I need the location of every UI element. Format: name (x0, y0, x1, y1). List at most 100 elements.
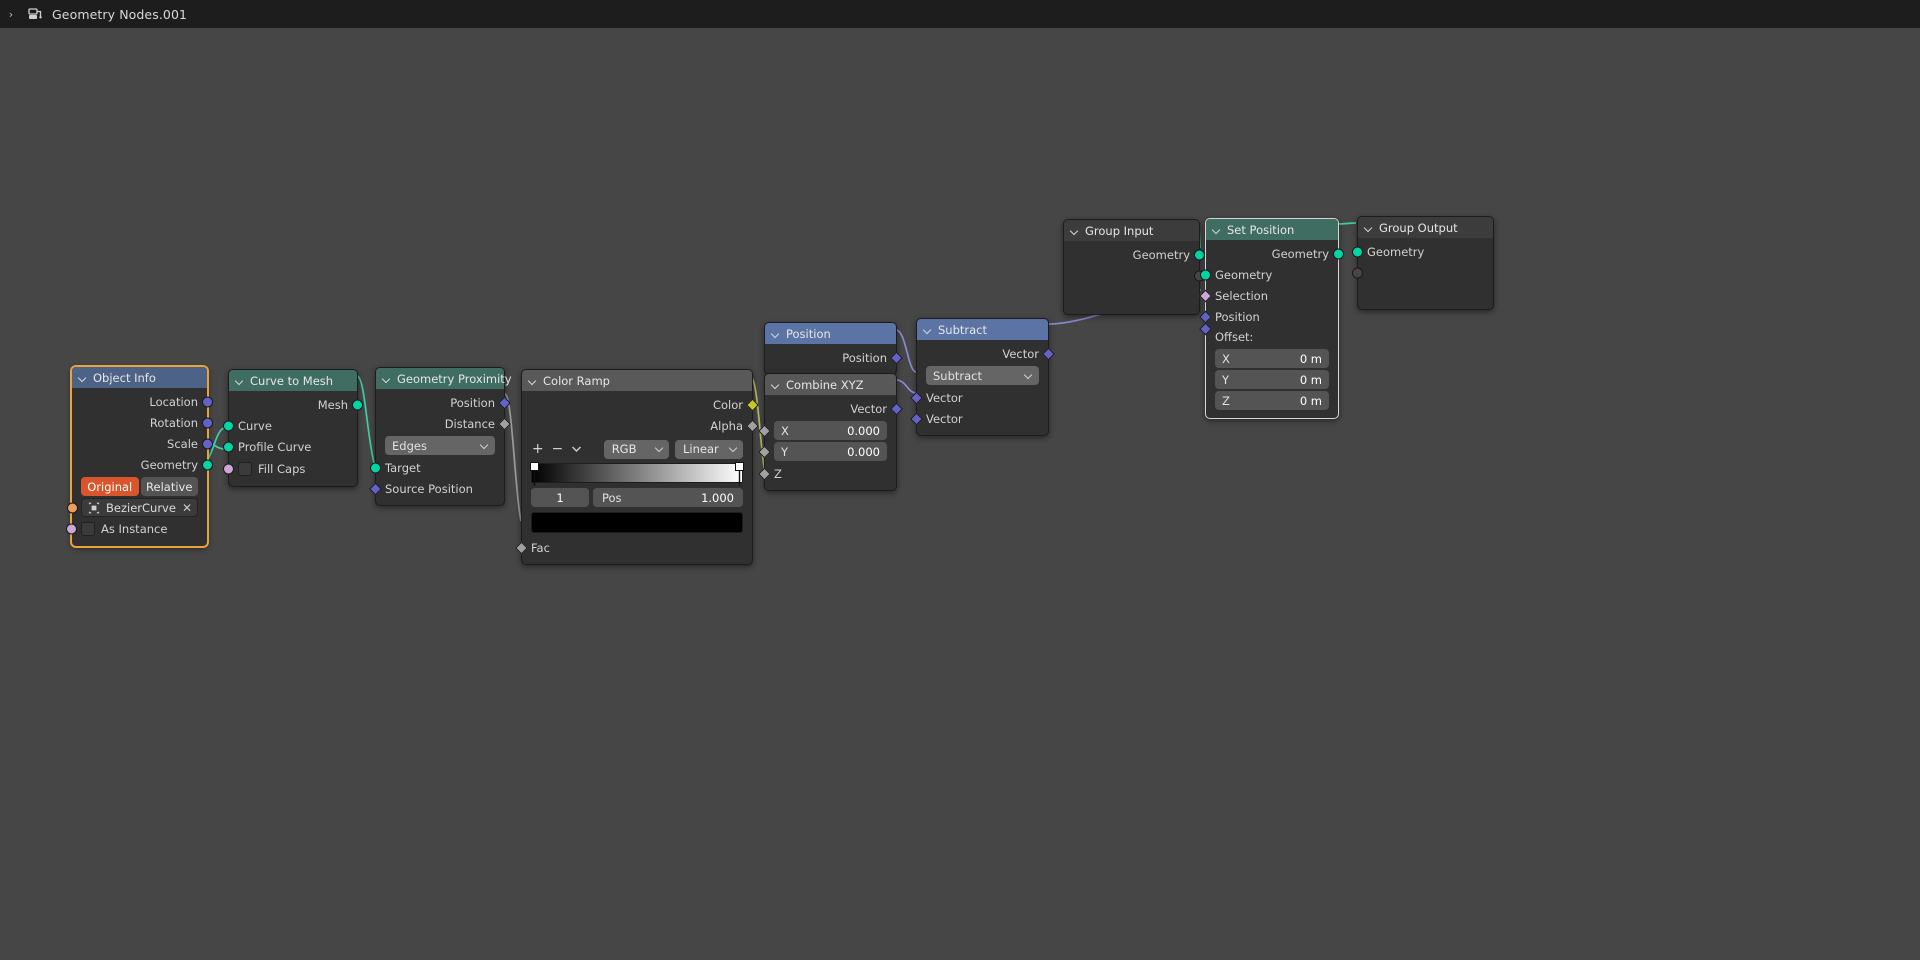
input-row-z[interactable]: Z (758, 463, 896, 484)
input-row-geometry[interactable]: Geometry (1352, 241, 1493, 262)
minus-icon[interactable]: − (551, 439, 565, 459)
as-instance-row[interactable]: As Instance (66, 519, 198, 538)
output-row-geometry[interactable]: Geometry (72, 454, 213, 475)
field-x[interactable]: X 0.000 (758, 421, 887, 440)
toggle-relative[interactable]: Relative (140, 477, 198, 496)
socket-geometry-in[interactable] (1352, 246, 1363, 257)
node-set-position[interactable]: Set Position Geometry Geometry Selection (1199, 218, 1344, 419)
node-header-geometry-proximity[interactable]: Geometry Proximity (376, 368, 512, 389)
socket-alpha-out[interactable] (746, 419, 759, 432)
chevron-down-icon[interactable] (1071, 226, 1080, 235)
node-header-group-output[interactable]: Group Output (1358, 217, 1493, 238)
input-row-target[interactable]: Target (370, 457, 504, 478)
chevron-down-icon[interactable] (383, 374, 392, 383)
socket-selection-in[interactable] (1199, 289, 1212, 302)
socket-color-out[interactable] (746, 398, 759, 411)
output-row-mesh[interactable]: Mesh (229, 394, 363, 415)
socket-geometry-out[interactable] (1194, 249, 1205, 260)
fill-caps-row[interactable]: Fill Caps (223, 459, 348, 478)
socket-curve-in[interactable] (223, 420, 234, 431)
socket-vector-out[interactable] (890, 402, 903, 415)
fill-caps-checkbox[interactable] (238, 461, 252, 476)
node-group-input[interactable]: Group Input Geometry (1063, 219, 1205, 315)
color-mode-dropdown[interactable]: RGB (603, 439, 669, 459)
input-row-source-position[interactable]: Source Position (369, 478, 504, 499)
chevron-down-icon[interactable] (79, 373, 88, 382)
toggle-original[interactable]: Original (81, 477, 139, 496)
chevron-down-icon[interactable] (529, 376, 538, 385)
object-selector-field[interactable]: BezierCurve ✕ (67, 498, 198, 517)
offset-field-x[interactable]: X 0 m (1215, 349, 1329, 368)
node-color-ramp[interactable]: Color Ramp Color Alpha + − RGB Linear 1 … (515, 369, 759, 565)
socket-location-vector[interactable] (202, 396, 213, 407)
output-row-distance[interactable]: Distance (376, 413, 511, 434)
ramp-stop-index-field[interactable]: 1 (531, 488, 589, 507)
socket-mesh-out[interactable] (352, 399, 363, 410)
socket-source-position-in[interactable] (369, 482, 382, 495)
node-canvas[interactable]: Object Info Location Rotation Scale Geom… (0, 28, 1920, 960)
input-row-fac[interactable]: Fac (515, 537, 752, 558)
socket-position-out[interactable] (498, 396, 511, 409)
close-x-icon[interactable]: ✕ (182, 502, 192, 514)
output-row-rotation[interactable]: Rotation (72, 412, 213, 433)
ramp-stop-handle-1[interactable] (735, 462, 744, 486)
color-ramp-stop-row[interactable]: 1 Pos 1.000 (531, 488, 743, 507)
target-element-dropdown[interactable]: Edges (385, 436, 495, 455)
chevron-right-icon[interactable]: › (4, 9, 18, 20)
plus-icon[interactable]: + (531, 439, 545, 459)
socket-fac-in[interactable] (515, 541, 528, 554)
field-y[interactable]: Y 0.000 (758, 442, 887, 461)
chevron-down-icon[interactable] (772, 380, 781, 389)
socket-geometry-out[interactable] (1333, 248, 1344, 259)
input-row-vector-b[interactable]: Vector (910, 408, 1048, 429)
color-ramp-toolbar[interactable]: + − RGB Linear (531, 439, 744, 459)
geometry-nodes-editor-icon[interactable] (26, 5, 44, 23)
socket-y-in[interactable] (758, 445, 771, 458)
output-row-color[interactable]: Color (522, 394, 759, 415)
input-row-position[interactable]: Position (1199, 306, 1338, 327)
socket-virtual-in[interactable] (1352, 267, 1363, 278)
output-row-scale[interactable]: Scale (72, 433, 213, 454)
ramp-stop-pos-field[interactable]: Pos 1.000 (593, 488, 743, 507)
node-header-subtract[interactable]: Subtract (917, 319, 1048, 340)
input-row-virtual[interactable] (1352, 262, 1493, 283)
socket-object-input[interactable] (67, 502, 78, 513)
node-header-object-info[interactable]: Object Info (72, 367, 207, 388)
socket-vector-a-in[interactable] (910, 391, 923, 404)
node-object-info[interactable]: Object Info Location Rotation Scale Geom… (66, 366, 213, 547)
input-row-selection[interactable]: Selection (1199, 285, 1338, 306)
output-row-vector[interactable]: Vector (917, 343, 1055, 364)
output-row-vector[interactable]: Vector (765, 398, 903, 419)
chevron-down-icon[interactable] (1365, 223, 1374, 232)
chevron-down-icon[interactable] (1213, 225, 1222, 234)
output-row-location[interactable]: Location (72, 391, 213, 412)
input-row-vector-a[interactable]: Vector (910, 387, 1048, 408)
socket-vector-b-in[interactable] (910, 412, 923, 425)
output-row-position[interactable]: Position (765, 347, 903, 368)
interpolation-dropdown[interactable]: Linear (675, 439, 744, 459)
color-ramp-gradient[interactable] (530, 462, 744, 486)
output-row-geometry[interactable]: Geometry (1206, 243, 1344, 264)
as-instance-checkbox[interactable] (81, 521, 95, 536)
socket-scale-vector[interactable] (202, 438, 213, 449)
node-header-color-ramp[interactable]: Color Ramp (522, 370, 752, 391)
socket-x-in[interactable] (758, 424, 771, 437)
chevron-down-icon[interactable] (570, 439, 584, 459)
output-row-alpha[interactable]: Alpha (522, 415, 759, 436)
operation-dropdown[interactable]: Subtract (926, 366, 1039, 385)
node-header-set-position[interactable]: Set Position (1206, 219, 1338, 240)
output-row-virtual[interactable] (1064, 265, 1205, 286)
socket-fill-caps-boolean[interactable] (223, 463, 234, 474)
chevron-down-icon[interactable] (236, 376, 245, 385)
socket-distance-out[interactable] (498, 417, 511, 430)
socket-as-instance-boolean[interactable] (66, 523, 77, 534)
input-row-geometry[interactable]: Geometry (1200, 264, 1338, 285)
socket-profile-curve-in[interactable] (223, 441, 234, 452)
node-curve-to-mesh[interactable]: Curve to Mesh Mesh Curve Profile Curve F… (223, 369, 363, 487)
socket-vector-out[interactable] (1042, 347, 1055, 360)
output-row-position[interactable]: Position (376, 392, 511, 413)
socket-z-in[interactable] (758, 467, 771, 480)
node-group-output[interactable]: Group Output Geometry (1352, 216, 1494, 310)
socket-geometry-out[interactable] (202, 459, 213, 470)
ramp-stop-color-swatch[interactable] (531, 512, 743, 533)
